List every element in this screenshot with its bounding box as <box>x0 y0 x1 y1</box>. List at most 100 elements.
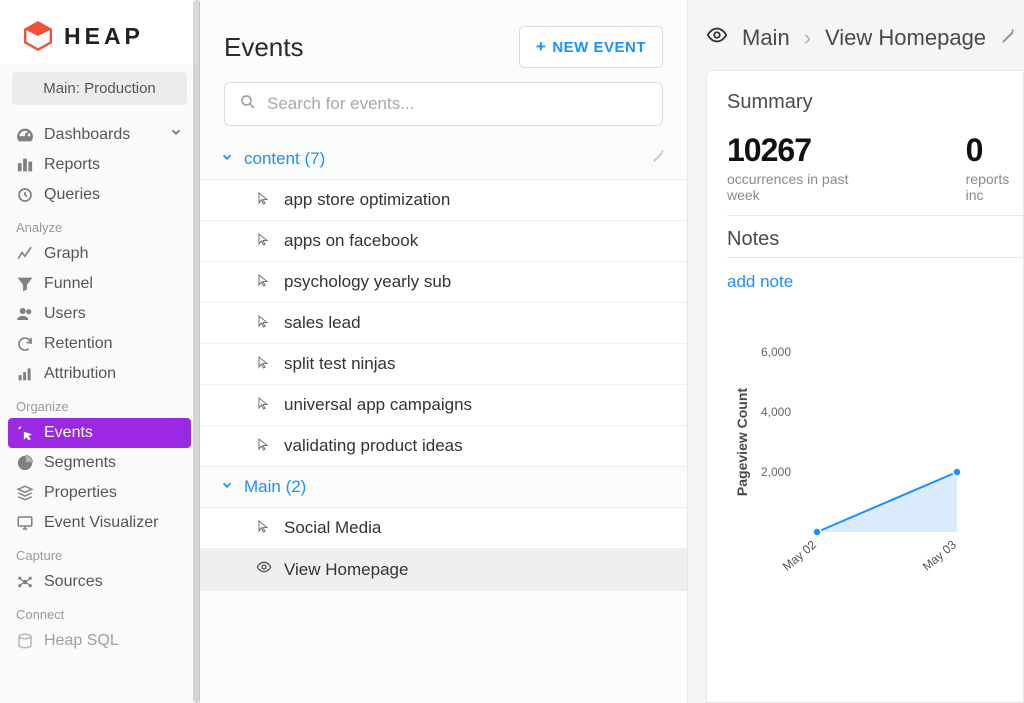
sidebar-item-label: Events <box>44 424 93 442</box>
cursor-icon <box>256 272 270 292</box>
sidebar-item-users[interactable]: Users <box>0 299 199 329</box>
y-tick-label: 4,000 <box>761 405 791 419</box>
chevron-down-icon <box>169 125 183 144</box>
event-label: apps on facebook <box>284 231 418 251</box>
sidebar-item-label: Event Visualizer <box>44 514 158 532</box>
sidebar-item-funnel[interactable]: Funnel <box>0 269 199 299</box>
event-label: validating product ideas <box>284 436 463 456</box>
funnel-icon <box>16 275 34 293</box>
sidebar-item-label: Sources <box>44 573 103 591</box>
sidebar-item-attribution[interactable]: Attribution <box>0 359 199 389</box>
sidebar-item-label: Reports <box>44 156 100 174</box>
metric-reports: 0 reports inc <box>966 132 1023 203</box>
event-label: universal app campaigns <box>284 395 472 415</box>
sidebar-item-label: Graph <box>44 245 88 263</box>
event-row[interactable]: sales lead <box>200 303 687 344</box>
bar-chart-icon <box>16 156 34 174</box>
sidebar-item-graph[interactable]: Graph <box>0 239 199 269</box>
event-label: View Homepage <box>284 560 408 580</box>
cursor-icon <box>256 231 270 251</box>
event-label: app store optimization <box>284 190 450 210</box>
edit-category-button[interactable] <box>651 148 667 169</box>
sidebar-item-events[interactable]: Events <box>8 418 191 448</box>
sidebar-item-label: Users <box>44 305 86 323</box>
event-row[interactable]: app store optimization <box>200 180 687 221</box>
event-row[interactable]: View Homepage <box>200 549 687 591</box>
sidebar-item-label: Queries <box>44 186 100 204</box>
metric-caption: reports inc <box>966 171 1023 203</box>
sidebar: HEAP Main: Production Dashboards Reports… <box>0 0 200 703</box>
nav-group-connect: Connect <box>0 597 199 626</box>
chevron-down-icon <box>220 149 234 169</box>
sidebar-item-label: Segments <box>44 454 116 472</box>
event-label: psychology yearly sub <box>284 272 451 292</box>
add-note-button[interactable]: add note <box>727 272 793 292</box>
cursor-icon <box>256 190 270 210</box>
monitor-icon <box>16 514 34 532</box>
nav-group-capture: Capture <box>0 538 199 567</box>
cursor-icon <box>256 518 270 538</box>
category-header[interactable]: content (7) <box>200 138 687 180</box>
edit-title-button[interactable] <box>1000 25 1018 51</box>
breadcrumb-level-0[interactable]: Main <box>742 25 790 51</box>
sidebar-item-queries[interactable]: Queries <box>0 180 199 210</box>
x-tick-label: May 03 <box>920 537 959 573</box>
sidebar-item-heap-sql[interactable]: Heap SQL <box>0 626 199 656</box>
event-label: split test ninjas <box>284 354 396 374</box>
sidebar-item-reports[interactable]: Reports <box>0 150 199 180</box>
sidebar-item-event-visualizer[interactable]: Event Visualizer <box>0 508 199 538</box>
pageview-chart: 2,0004,0006,000May 02May 03Pageview Coun… <box>727 342 1023 592</box>
metric-value: 10267 <box>727 132 866 169</box>
sidebar-item-retention[interactable]: Retention <box>0 329 199 359</box>
x-tick-label: May 02 <box>780 537 819 573</box>
sidebar-item-properties[interactable]: Properties <box>0 478 199 508</box>
sidebar-item-label: Heap SQL <box>44 632 119 650</box>
new-event-button[interactable]: + NEW EVENT <box>519 26 663 68</box>
category-label: content (7) <box>244 149 325 169</box>
y-tick-label: 6,000 <box>761 345 791 359</box>
search-input[interactable] <box>267 94 648 114</box>
sidebar-item-sources[interactable]: Sources <box>0 567 199 597</box>
sources-icon <box>16 573 34 591</box>
event-row[interactable]: psychology yearly sub <box>200 262 687 303</box>
events-panel: Events + NEW EVENT content (7) app store … <box>200 0 688 703</box>
event-list: content (7) app store optimization apps on… <box>200 138 687 591</box>
logo-text: HEAP <box>64 23 144 50</box>
category-header[interactable]: Main (2) <box>200 467 687 508</box>
eye-icon <box>706 24 728 52</box>
breadcrumb-level-1: View Homepage <box>825 25 986 51</box>
search-input-wrap[interactable] <box>224 82 663 126</box>
category-label: Main (2) <box>244 477 306 497</box>
event-row[interactable]: universal app campaigns <box>200 385 687 426</box>
sidebar-item-segments[interactable]: Segments <box>0 448 199 478</box>
chevron-down-icon <box>220 477 234 497</box>
database-icon <box>16 632 34 650</box>
project-selector[interactable]: Main: Production <box>12 72 187 105</box>
event-row[interactable]: validating product ideas <box>200 426 687 467</box>
cursor-click-icon <box>16 424 34 442</box>
metric-caption: occurrences in past week <box>727 171 866 203</box>
event-row[interactable]: split test ninjas <box>200 344 687 385</box>
chart-point <box>813 528 821 536</box>
cursor-icon <box>256 436 270 456</box>
sidebar-item-label: Funnel <box>44 275 93 293</box>
event-row[interactable]: apps on facebook <box>200 221 687 262</box>
event-row[interactable]: Social Media <box>200 508 687 549</box>
pie-icon <box>16 454 34 472</box>
sidebar-item-label: Attribution <box>44 365 116 383</box>
nav-group-organize: Organize <box>0 389 199 418</box>
metric-value: 0 <box>966 132 1023 169</box>
line-chart-icon <box>16 245 34 263</box>
logo: HEAP <box>0 0 199 64</box>
eye-icon <box>256 559 270 580</box>
sidebar-item-label: Retention <box>44 335 113 353</box>
sidebar-item-dashboards[interactable]: Dashboards <box>0 119 199 150</box>
cursor-icon <box>256 313 270 333</box>
refresh-icon <box>16 335 34 353</box>
plus-icon: + <box>536 37 546 57</box>
panel-title: Events <box>224 32 304 63</box>
cursor-icon <box>256 354 270 374</box>
detail-panel: Main › View Homepage Summary 10267 occur… <box>688 0 1024 703</box>
breadcrumb: Main › View Homepage <box>688 0 1024 70</box>
heap-logo-icon <box>22 20 54 52</box>
